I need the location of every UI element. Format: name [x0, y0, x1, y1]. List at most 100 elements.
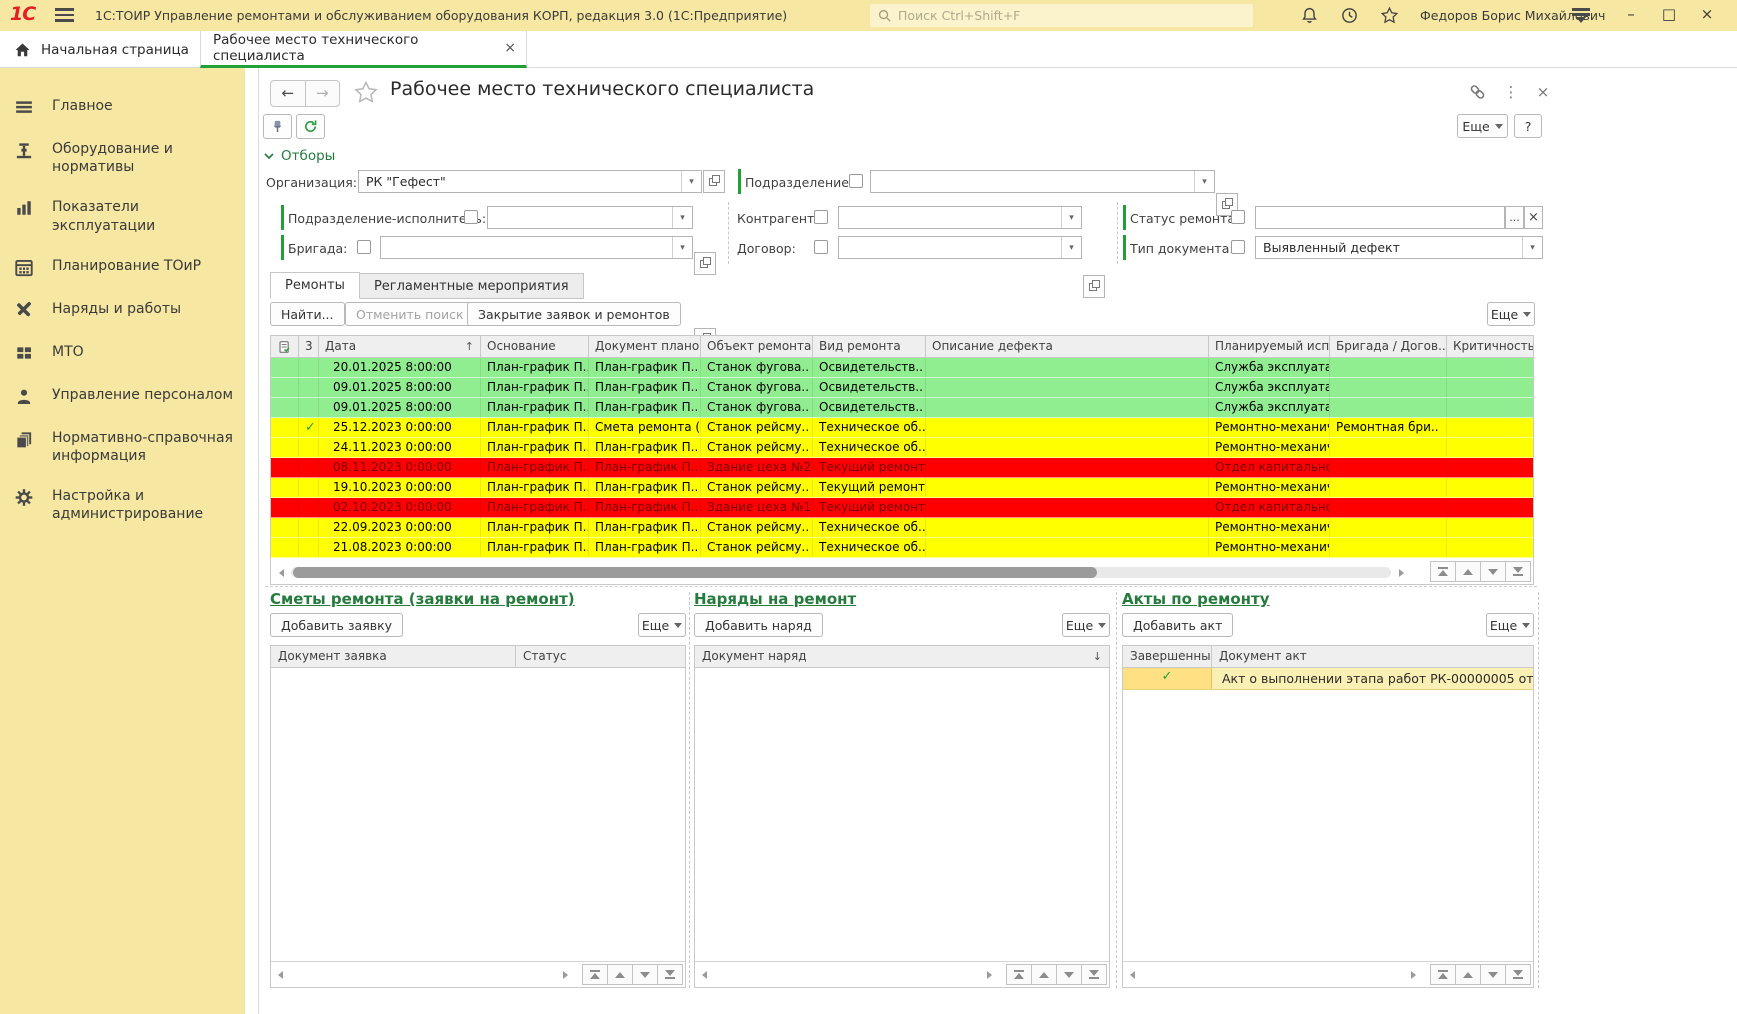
- repair-status-field[interactable]: [1255, 206, 1505, 229]
- favorite-star-icon[interactable]: [353, 80, 379, 109]
- table-cell[interactable]: Смета ремонта (..: [589, 418, 701, 437]
- acts-col-completed[interactable]: Завершенные: [1123, 646, 1212, 667]
- estimates-title-link[interactable]: Сметы ремонта (заявки на ремонт): [270, 590, 575, 608]
- table-cell[interactable]: План-график П..: [481, 498, 589, 517]
- table-cell[interactable]: План-график П..: [481, 358, 589, 377]
- go-last-button[interactable]: [657, 964, 683, 985]
- help-button[interactable]: ?: [1514, 114, 1542, 138]
- table-cell[interactable]: [1447, 418, 1533, 437]
- table-cell[interactable]: [926, 358, 1209, 377]
- table-cell[interactable]: [1447, 398, 1533, 417]
- sidebar-item-0[interactable]: Главное: [0, 86, 245, 129]
- column-header[interactable]: Вид ремонта: [813, 336, 926, 357]
- go-first-button[interactable]: [1430, 561, 1456, 582]
- panel-splitter[interactable]: [1116, 592, 1117, 988]
- table-cell[interactable]: Отдел капитально..: [1209, 498, 1330, 517]
- table-cell[interactable]: [1447, 438, 1533, 457]
- repairs-hscrollbar[interactable]: [271, 560, 1533, 584]
- table-cell[interactable]: План-график П..: [481, 418, 589, 437]
- go-next-button[interactable]: [1480, 964, 1506, 985]
- go-first-button[interactable]: [1430, 964, 1456, 985]
- table-cell[interactable]: План-график П..: [481, 378, 589, 397]
- scroll-right-icon[interactable]: [1399, 569, 1404, 577]
- table-cell[interactable]: 24.11.2023 0:00:00: [319, 438, 481, 457]
- table-cell[interactable]: [1330, 378, 1447, 397]
- table-cell[interactable]: Станок фугова..: [701, 358, 813, 377]
- table-cell[interactable]: Текущий ремонт: [813, 478, 926, 497]
- table-cell[interactable]: [926, 538, 1209, 557]
- table-row[interactable]: 24.11.2023 0:00:00План-график П..План-гр…: [271, 438, 1533, 458]
- service-menu-icon[interactable]: [1572, 8, 1590, 23]
- table-cell[interactable]: Техническое об..: [813, 418, 926, 437]
- scroll-left-icon[interactable]: [279, 569, 284, 577]
- forward-button[interactable]: →: [306, 81, 340, 106]
- table-row[interactable]: ✓25.12.2023 0:00:00План-график П..Смета …: [271, 418, 1533, 438]
- table-settings-icon[interactable]: [271, 336, 299, 357]
- repair-status-checkbox[interactable]: [1231, 210, 1245, 224]
- table-cell[interactable]: [299, 458, 319, 477]
- table-cell[interactable]: [299, 378, 319, 397]
- table-cell[interactable]: 25.12.2023 0:00:00: [319, 418, 481, 437]
- go-next-button[interactable]: [1480, 561, 1506, 582]
- scroll-left-icon[interactable]: [702, 971, 707, 979]
- table-row[interactable]: 21.08.2023 0:00:00План-график П..План-гр…: [271, 538, 1533, 558]
- window-minimize-button[interactable]: –: [1618, 4, 1644, 26]
- table-cell[interactable]: [1330, 538, 1447, 557]
- table-cell[interactable]: 20.01.2025 8:00:00: [319, 358, 481, 377]
- table-cell[interactable]: [926, 398, 1209, 417]
- close-requests-button[interactable]: Закрытие заявок и ремонтов: [467, 302, 681, 326]
- table-cell[interactable]: [1447, 358, 1533, 377]
- table-cell[interactable]: [1447, 498, 1533, 517]
- table-cell[interactable]: План-график П..: [589, 498, 701, 517]
- table-cell[interactable]: Ремонтно-механич..: [1209, 418, 1330, 437]
- table-cell[interactable]: 22.09.2023 0:00:00: [319, 518, 481, 537]
- table-cell[interactable]: [1447, 478, 1533, 497]
- tab-close-icon[interactable]: ×: [504, 40, 516, 56]
- go-last-button[interactable]: [1081, 964, 1107, 985]
- panels-splitter[interactable]: [265, 586, 1537, 587]
- department-checkbox[interactable]: [849, 174, 863, 188]
- table-cell[interactable]: [271, 378, 299, 397]
- tab-repairs[interactable]: Ремонты: [270, 272, 360, 299]
- panel-splitter[interactable]: [689, 592, 690, 988]
- table-cell[interactable]: Станок фугова..: [701, 398, 813, 417]
- table-cell[interactable]: [271, 358, 299, 377]
- table-cell[interactable]: 21.08.2023 0:00:00: [319, 538, 481, 557]
- contractor-combo[interactable]: ▾: [838, 206, 1082, 229]
- table-cell[interactable]: 19.10.2023 0:00:00: [319, 478, 481, 497]
- table-cell[interactable]: Станок рейсму..: [701, 418, 813, 437]
- table-cell[interactable]: Отдел капитально..: [1209, 458, 1330, 477]
- sidebar-item-6[interactable]: Управление персоналом: [0, 375, 245, 418]
- contractor-open-button[interactable]: [1083, 275, 1105, 298]
- organization-open-button[interactable]: [703, 170, 725, 193]
- sidebar-item-1[interactable]: Оборудование и нормативы: [0, 129, 245, 187]
- table-cell[interactable]: План-график П..: [481, 438, 589, 457]
- add-estimate-button[interactable]: Добавить заявку: [270, 613, 403, 637]
- column-header[interactable]: Основание: [481, 336, 589, 357]
- doc-type-checkbox[interactable]: [1231, 240, 1245, 254]
- cancel-search-button[interactable]: Отменить поиск: [345, 302, 475, 326]
- table-cell[interactable]: [926, 498, 1209, 517]
- history-clock-icon[interactable]: [1340, 6, 1360, 26]
- table-cell[interactable]: [1330, 438, 1447, 457]
- sidebar-item-2[interactable]: Показатели эксплуатации: [0, 187, 245, 245]
- repair-status-clear-button[interactable]: ×: [1524, 206, 1543, 229]
- table-row[interactable]: 02.10.2023 0:00:00План-график П..План-гр…: [271, 498, 1533, 518]
- table-cell[interactable]: [926, 458, 1209, 477]
- table-cell[interactable]: Станок фугова..: [701, 378, 813, 397]
- table-cell[interactable]: План-график П..: [481, 478, 589, 497]
- filters-splitter[interactable]: [728, 202, 729, 264]
- column-header[interactable]: Планируемый испо..: [1209, 336, 1330, 357]
- column-header[interactable]: 3: [299, 336, 319, 357]
- table-cell[interactable]: ✓: [299, 418, 319, 437]
- tab-home[interactable]: Начальная страница: [0, 31, 205, 68]
- add-act-button[interactable]: Добавить акт: [1122, 613, 1233, 637]
- more-dots-icon[interactable]: ⋮: [1501, 83, 1521, 101]
- scroll-left-icon[interactable]: [1130, 971, 1135, 979]
- scroll-right-icon[interactable]: [563, 971, 568, 979]
- department-executor-open-button[interactable]: [694, 252, 716, 275]
- combo-arrow-icon[interactable]: ▾: [1061, 237, 1081, 258]
- table-cell[interactable]: [1330, 478, 1447, 497]
- favorites-star-icon[interactable]: [1380, 6, 1400, 26]
- table-cell[interactable]: [926, 418, 1209, 437]
